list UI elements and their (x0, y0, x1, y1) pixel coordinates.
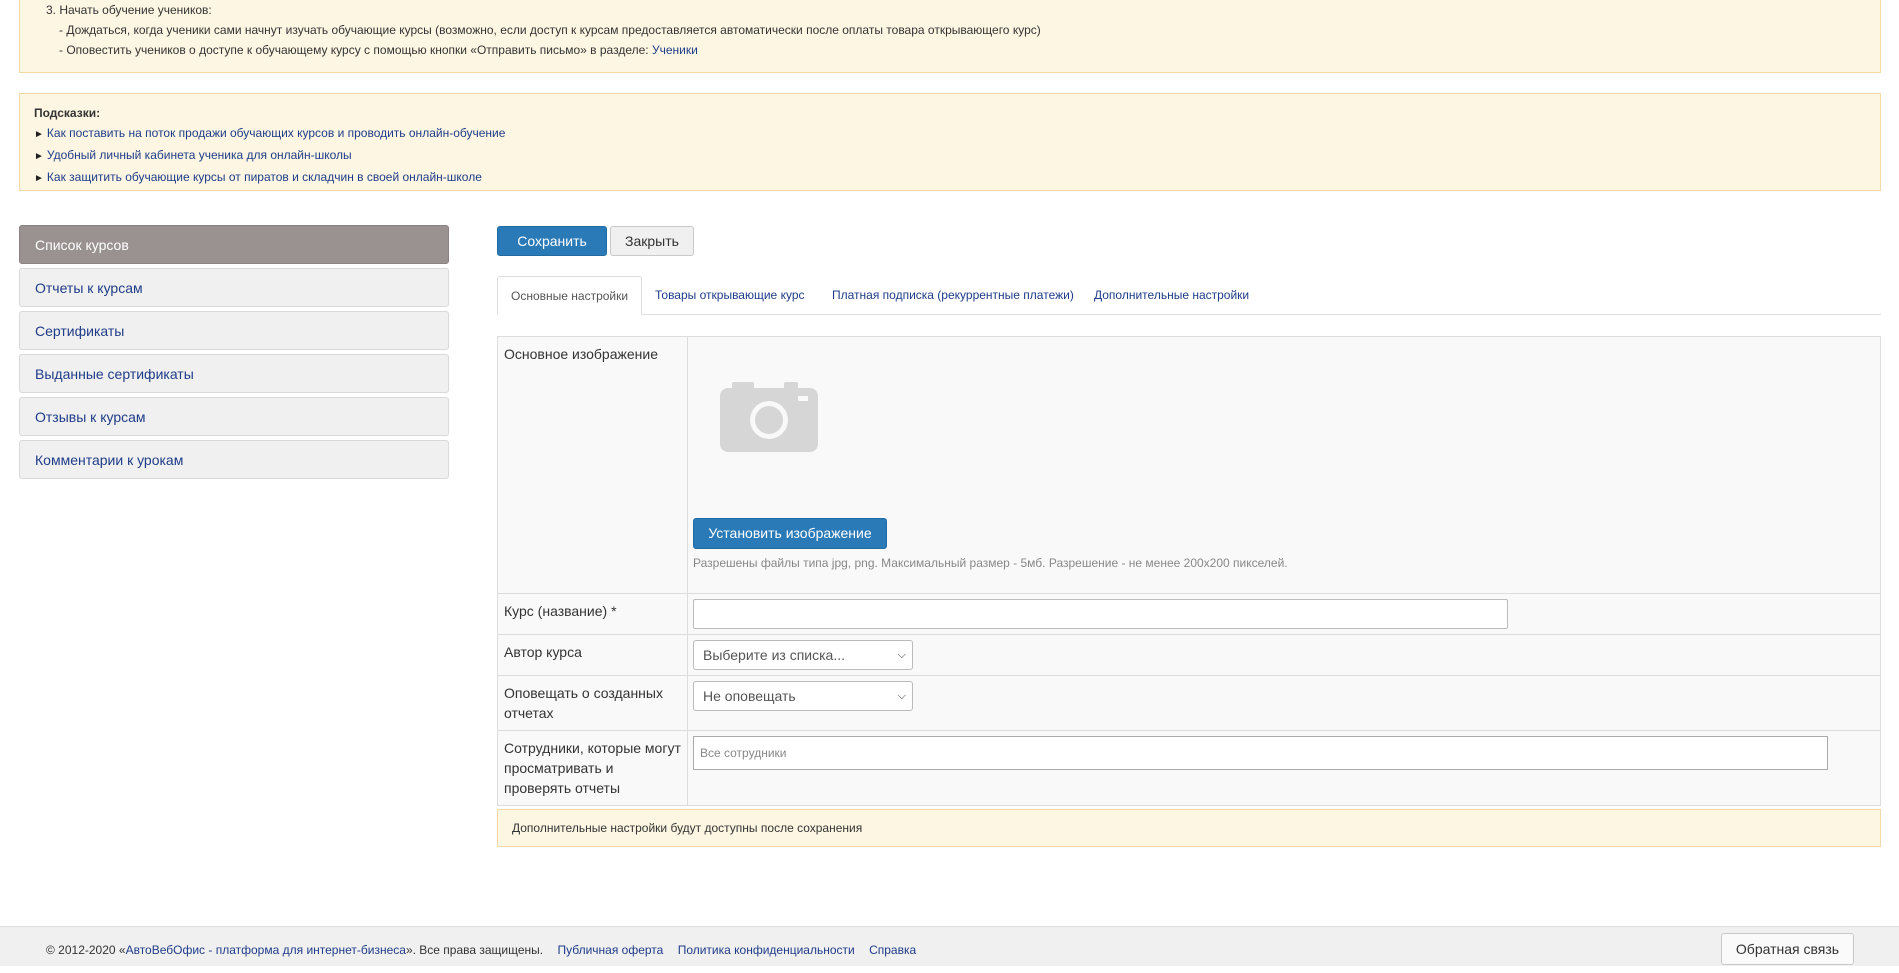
feedback-button[interactable]: Обратная связь (1721, 933, 1854, 965)
image-container: Установить изображение Разрешены файлы т… (693, 342, 1875, 588)
course-form: Основное изображение Установить изображе… (497, 336, 1881, 806)
copyright-suffix: ». Все права защищены. (405, 943, 544, 957)
instructions-line: - Дождаться, когда ученики сами начнут и… (59, 23, 1041, 37)
form-row-author: Автор курса Выберите из списка... ⌵ (498, 635, 1880, 676)
staff-label: Сотрудники, которые могут просматривать … (498, 731, 688, 805)
tab-additional-settings[interactable]: Дополнительные настройки (1081, 276, 1262, 315)
copyright-prefix: © 2012-2020 « (46, 943, 126, 957)
course-name-input[interactable] (693, 599, 1508, 629)
staff-field: Все сотрудники (688, 731, 1880, 805)
sidebar: Список курсов Отчеты к курсам Сертификат… (19, 225, 449, 483)
form-row-staff: Сотрудники, которые могут просматривать … (498, 731, 1880, 805)
chevron-down-icon: ⌵ (897, 690, 906, 702)
tab-main-settings[interactable]: Основные настройки (497, 276, 643, 315)
sidebar-item-certificates[interactable]: Сертификаты (19, 311, 449, 350)
notify-label: Оповещать о созданных отчетах (498, 676, 688, 730)
save-notice: Дополнительные настройки будут доступны … (497, 809, 1881, 847)
close-button[interactable]: Закрыть (610, 226, 694, 256)
triangle-right-icon: ► (34, 151, 44, 162)
sidebar-item-reports[interactable]: Отчеты к курсам (19, 268, 449, 307)
notify-select[interactable]: Не оповещать ⌵ (693, 681, 913, 711)
tab-products[interactable]: Товары открывающие курс (642, 276, 818, 315)
author-select[interactable]: Выберите из списка... ⌵ (693, 640, 913, 670)
footer-text: © 2012-2020 «АвтоВебОфис - платформа для… (46, 927, 916, 973)
instructions-box: 3. Начать обучение учеников: - Дождаться… (19, 0, 1881, 73)
author-field: Выберите из списка... ⌵ (688, 635, 1880, 675)
staff-multiselect[interactable]: Все сотрудники (693, 736, 1828, 770)
privacy-link[interactable]: Политика конфиденциальности (678, 943, 855, 957)
help-link[interactable]: Справка (869, 943, 916, 957)
image-field: Установить изображение Разрешены файлы т… (688, 337, 1880, 593)
form-row-course-name: Курс (название) * (498, 594, 1880, 635)
footer: © 2012-2020 «АвтоВебОфис - платформа для… (0, 926, 1899, 966)
course-name-field (688, 594, 1880, 634)
hint-link[interactable]: Как защитить обучающие курсы от пиратов … (47, 170, 482, 184)
instructions-line: - Оповестить учеников о доступе к обучаю… (46, 40, 1880, 60)
instructions-line-text: - Оповестить учеников о доступе к обучаю… (59, 43, 652, 57)
notify-select-value: Не оповещать (703, 688, 796, 704)
sidebar-item-reviews[interactable]: Отзывы к курсам (19, 397, 449, 436)
author-label: Автор курса (498, 635, 688, 675)
notify-field: Не оповещать ⌵ (688, 676, 1880, 730)
instructions-step: 3. Начать обучение учеников: (46, 3, 212, 17)
form-row-notify: Оповещать о созданных отчетах Не оповеща… (498, 676, 1880, 731)
hint-link[interactable]: Удобный личный кабинета ученика для онла… (47, 148, 352, 162)
form-row-image: Основное изображение Установить изображе… (498, 337, 1880, 594)
tab-bar: Основные настройки Товары открывающие ку… (497, 276, 1881, 315)
hints-box: Подсказки: ► Как поставить на поток прода… (19, 93, 1881, 191)
brand-link[interactable]: АвтоВебОфис - платформа для интернет-биз… (126, 943, 406, 957)
sidebar-item-issued-certificates[interactable]: Выданные сертификаты (19, 354, 449, 393)
tab-subscription[interactable]: Платная подписка (рекуррентные платежи) (819, 276, 1087, 315)
students-link[interactable]: Ученики (652, 43, 698, 57)
offer-link[interactable]: Публичная оферта (557, 943, 663, 957)
sidebar-item-courses[interactable]: Список курсов (19, 225, 449, 264)
hints-title: Подсказки: (34, 106, 101, 120)
triangle-right-icon: ► (34, 129, 44, 140)
author-select-value: Выберите из списка... (703, 647, 846, 663)
course-name-label: Курс (название) * (498, 594, 688, 634)
set-image-button[interactable]: Установить изображение (693, 518, 887, 549)
save-button[interactable]: Сохранить (497, 226, 607, 256)
chevron-down-icon: ⌵ (897, 649, 906, 661)
hint-link[interactable]: Как поставить на поток продажи обучающих… (47, 126, 506, 140)
hint-item: ► Как защитить обучающие курсы от пиратов… (34, 167, 1880, 189)
camera-icon (720, 382, 818, 452)
sidebar-item-comments[interactable]: Комментарии к урокам (19, 440, 449, 479)
hint-item: ► Как поставить на поток продажи обучающи… (34, 123, 1880, 145)
triangle-right-icon: ► (34, 173, 44, 184)
hint-item: ► Удобный личный кабинета ученика для онл… (34, 145, 1880, 167)
image-hint: Разрешены файлы типа jpg, png. Максималь… (693, 556, 1288, 570)
image-label: Основное изображение (498, 337, 688, 593)
